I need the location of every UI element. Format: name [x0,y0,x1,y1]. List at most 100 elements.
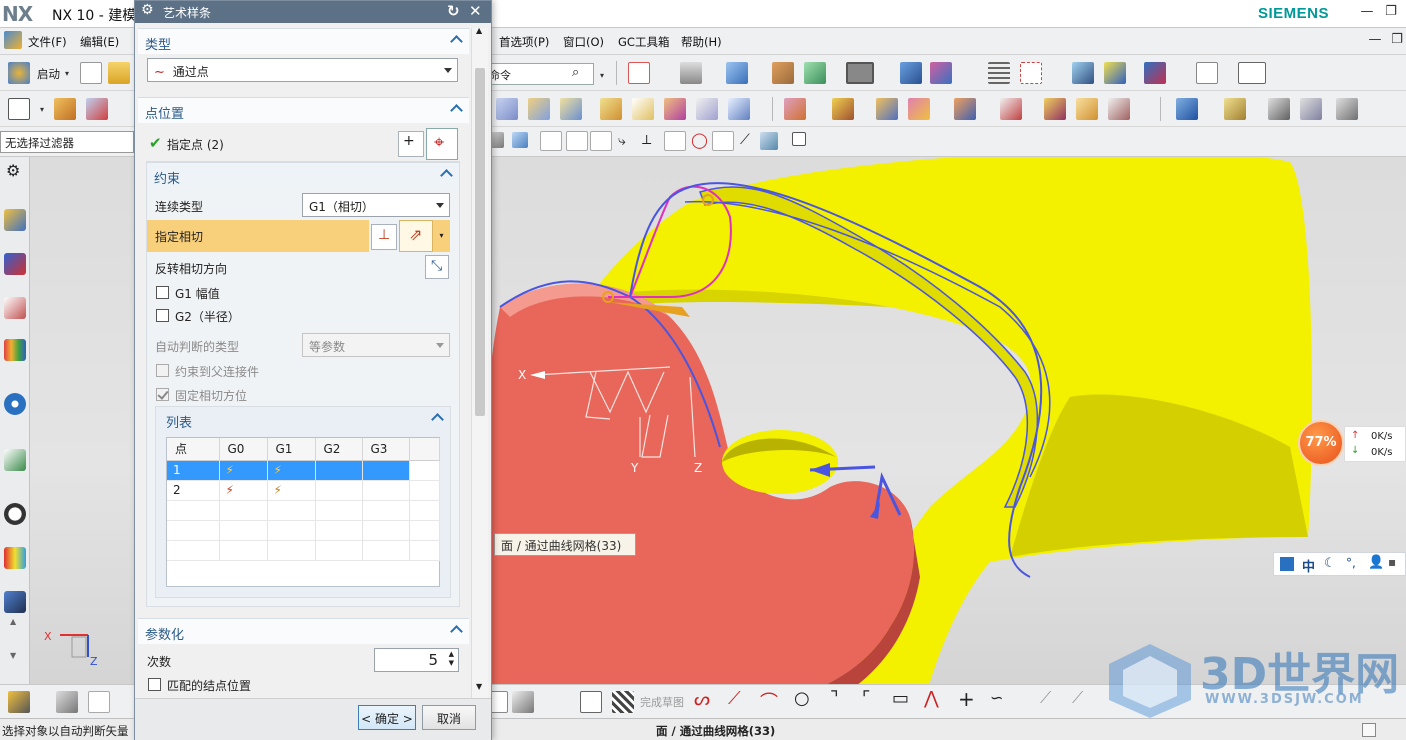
point-icon[interactable]: + [958,687,975,711]
reset-icon[interactable]: ↻ [447,2,460,20]
constraint-navigator-icon[interactable] [4,253,26,275]
stepper-arrows-icon[interactable]: ▲ ▼ [449,650,454,668]
search-icon[interactable]: ⌕ [572,65,579,80]
menu-file[interactable]: 文件(F) [28,34,67,50]
close-icon[interactable]: ✕ [469,2,482,20]
analysis-icon[interactable] [1072,62,1094,84]
surface-8-icon[interactable] [728,98,750,120]
degree-stepper[interactable]: 5 ▲ ▼ [374,648,459,672]
profile-icon[interactable]: ᔕ [694,689,710,710]
circle-icon[interactable]: ○ [794,688,810,709]
selection-icon[interactable] [1144,62,1166,84]
fit-view-icon[interactable] [628,62,650,84]
snap-on-curve-icon[interactable]: ⟋ [740,132,750,148]
select-body-icon[interactable] [512,132,528,148]
col-g1[interactable]: G1 [267,438,316,461]
moon-icon[interactable]: ☾ [1324,556,1336,571]
blend-icon[interactable] [954,98,976,120]
inferred-vector-button[interactable]: ⇗ [399,220,433,252]
fillet-icon[interactable]: ⌝ [830,688,838,709]
snap-quadrant-icon[interactable]: ◯ [691,131,708,149]
layer-settings-icon[interactable] [988,62,1010,84]
offset-icon[interactable] [832,98,854,120]
start-icon[interactable] [8,62,30,84]
tangent-direction-button[interactable]: ⊥ [371,224,397,250]
revolve-icon[interactable] [86,98,108,120]
reuse-library-icon[interactable] [4,339,26,361]
view-orient-icon[interactable] [726,62,748,84]
collapse-chevron-icon[interactable] [451,33,461,43]
menu-gc-toolbox[interactable]: GC工具箱 [618,34,669,50]
clock-icon[interactable] [4,503,26,525]
scrollbar-thumb[interactable] [475,68,485,416]
doc-minimize-icon[interactable]: — [1366,32,1384,50]
line-icon[interactable]: ⟋ [728,688,741,709]
measure-icon[interactable] [1196,62,1218,84]
section-parameterization[interactable]: 参数化 [138,618,469,644]
g2-radius-checkbox[interactable] [156,309,169,322]
scroll-up-icon[interactable]: ▲ [10,617,16,626]
shell-icon[interactable] [1044,98,1066,120]
sew-icon[interactable] [876,98,898,120]
roles-icon[interactable] [4,591,26,613]
dialog-title-bar[interactable]: ⚙ 艺术样条 ↻ ✕ [135,1,491,23]
chamfer-sketch-icon[interactable]: ⌜ [862,688,870,709]
point-dialog-button[interactable]: + [398,131,424,157]
g1-magnitude-checkbox[interactable] [156,286,169,299]
extend-curve-icon[interactable]: ⟋ [1072,688,1083,708]
move-icon[interactable] [900,62,922,84]
type-filter-select[interactable]: 无选择过滤器 [0,131,134,153]
snap-midpoint-icon[interactable] [566,131,588,151]
trim-icon[interactable] [784,98,806,120]
table-row[interactable]: 2 ⚡ ⚡ [167,480,440,501]
settings-gear-icon[interactable]: ⚙ [6,161,20,180]
draft-icon[interactable] [1076,98,1098,120]
point-list-table[interactable]: 点 G0 G1 G2 G3 1 ⚡ ⚡ 2 ⚡ ⚡ [166,437,440,587]
ok-button[interactable]: < 确定 > [358,705,416,730]
surface-7-icon[interactable] [696,98,718,120]
sketch-tool-2-icon[interactable] [512,691,534,713]
snap-on-surface-icon[interactable] [760,132,778,150]
sketch-task-icon[interactable] [580,691,602,713]
complete-sketch-button[interactable]: 完成草图 [640,694,684,710]
collapse-chevron-icon[interactable] [441,167,451,177]
snap-endpoint-icon[interactable] [540,131,562,151]
snap-center-icon[interactable] [664,131,686,151]
render-style-icon[interactable] [680,62,702,84]
web-browser-icon[interactable] [4,393,26,415]
x-form-icon[interactable] [1336,98,1358,120]
ime-logo-icon[interactable] [1280,557,1294,571]
ime-menu-icon[interactable]: ▪ [1388,555,1396,569]
extrude-icon[interactable] [54,98,76,120]
section-view-icon[interactable] [804,62,826,84]
punct-icon[interactable]: °, [1346,556,1356,570]
start-dropdown-icon[interactable]: ▾ [65,69,69,78]
csys-icon[interactable] [930,62,952,84]
polygon-icon[interactable]: ⋀ [924,688,939,709]
collapse-chevron-icon[interactable] [451,623,461,633]
section-list[interactable]: 列表 [156,407,450,433]
col-g2[interactable]: G2 [315,438,363,461]
new-file-icon[interactable] [80,62,102,84]
surface-6-icon[interactable] [664,98,686,120]
component-icon[interactable] [56,691,78,713]
pattern-icon[interactable] [1108,98,1130,120]
surface-1-icon[interactable] [496,98,518,120]
snap-control-icon[interactable] [590,131,612,151]
section-point-position[interactable]: 点位置 [138,97,469,123]
col-g3[interactable]: G3 [362,438,410,461]
styled-sweep-icon[interactable] [1300,98,1322,120]
scroll-up-icon[interactable]: ▲ [476,26,482,35]
minimize-icon[interactable]: — [1358,4,1376,22]
mesh-icon[interactable] [1176,98,1198,120]
start-menu[interactable]: 启动 [37,66,60,82]
finish-flag-icon[interactable] [612,691,634,713]
palette-icon[interactable] [4,547,26,569]
studio-icon[interactable] [1224,98,1246,120]
col-g0[interactable]: G0 [219,438,268,461]
specify-tangent-row[interactable]: 指定相切 [147,220,369,252]
app-menu-icon[interactable] [4,31,22,49]
dialog-scrollbar[interactable]: ▲ ▼ [471,26,488,698]
assembly-navigator-icon[interactable] [4,209,26,231]
restore-icon[interactable]: ❐ [1382,4,1400,22]
